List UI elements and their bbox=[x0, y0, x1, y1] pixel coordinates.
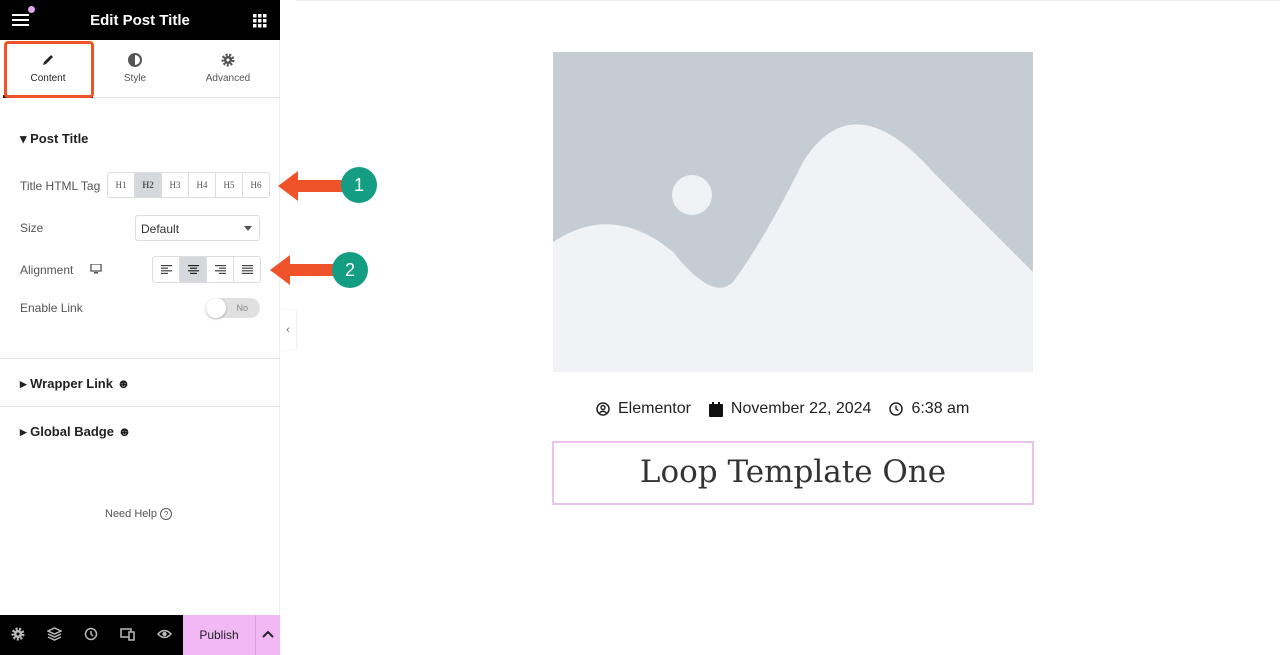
alignment-label: Alignment bbox=[20, 263, 74, 277]
section-post-title[interactable]: ▾ Post Title bbox=[20, 131, 88, 147]
align-justify-button[interactable] bbox=[234, 257, 260, 282]
half-circle-icon bbox=[128, 53, 142, 67]
tab-label: Style bbox=[123, 73, 147, 84]
align-right-button[interactable] bbox=[207, 257, 234, 282]
eye-icon[interactable] bbox=[157, 627, 172, 641]
annotation-badge-1: 1 bbox=[341, 167, 377, 203]
editor-panel: Edit Post Title Content Style Advanced ▾… bbox=[0, 0, 280, 655]
clock-icon bbox=[889, 402, 904, 416]
toggle-state: No bbox=[236, 303, 248, 313]
author[interactable]: Elementor bbox=[618, 400, 691, 418]
enable-link-label: Enable Link bbox=[20, 301, 83, 315]
html-tag-group: H1 H2 H3 H4 H5 H6 bbox=[107, 172, 270, 198]
history-icon[interactable] bbox=[84, 627, 98, 641]
alignment-group bbox=[152, 256, 261, 283]
gear-icon[interactable] bbox=[11, 627, 25, 641]
post-date: November 22, 2024 bbox=[730, 400, 872, 417]
tag-h5[interactable]: H5 bbox=[216, 173, 243, 197]
need-help-link[interactable]: Need Help ? bbox=[105, 508, 173, 520]
size-select[interactable]: Default bbox=[135, 215, 260, 241]
highlight-box bbox=[4, 41, 94, 98]
align-justify-icon bbox=[241, 265, 253, 274]
arrow-annotation-2 bbox=[270, 255, 336, 285]
section-wrapper-link[interactable]: ▸ Wrapper Link ☻ bbox=[20, 376, 130, 392]
html-tag-label: Title HTML Tag bbox=[20, 179, 101, 193]
tab-advanced[interactable]: Advanced bbox=[183, 40, 273, 98]
gear-icon bbox=[221, 53, 235, 67]
align-right-icon bbox=[214, 265, 226, 274]
panel-footer: Publish bbox=[0, 615, 280, 655]
collapse-panel-button[interactable]: ‹ bbox=[280, 310, 296, 350]
panel-header: Edit Post Title bbox=[0, 0, 280, 40]
enable-link-toggle[interactable]: No bbox=[206, 298, 260, 318]
tab-label: Advanced bbox=[205, 73, 251, 84]
section-title: Post Title bbox=[30, 131, 89, 146]
help-text: Need Help bbox=[105, 508, 157, 520]
caret-down-icon bbox=[244, 226, 252, 235]
pro-icon: ☻ bbox=[116, 376, 131, 391]
tag-h3[interactable]: H3 bbox=[162, 173, 189, 197]
calendar-icon bbox=[708, 401, 723, 417]
question-icon: ? bbox=[160, 508, 173, 520]
section-title: Wrapper Link bbox=[30, 376, 113, 391]
image-placeholder bbox=[553, 52, 1033, 372]
tag-h2[interactable]: H2 bbox=[135, 173, 162, 197]
size-value: Default bbox=[141, 222, 180, 236]
align-center-icon bbox=[187, 265, 199, 274]
publish-button[interactable]: Publish bbox=[183, 615, 255, 655]
divider bbox=[0, 358, 280, 359]
align-left-icon bbox=[160, 265, 172, 274]
chevron-up-icon bbox=[262, 630, 274, 638]
arrow-annotation-1 bbox=[278, 171, 344, 201]
tab-style[interactable]: Style bbox=[90, 40, 180, 98]
post-title-widget[interactable]: Loop Template One bbox=[552, 441, 1034, 505]
layers-icon[interactable] bbox=[47, 627, 62, 641]
grid-icon[interactable] bbox=[253, 14, 267, 28]
post-time: 6:38 am bbox=[911, 400, 970, 417]
tag-h1[interactable]: H1 bbox=[108, 173, 135, 197]
desktop-icon[interactable] bbox=[90, 264, 102, 274]
section-title: Global Badge bbox=[30, 424, 114, 439]
annotation-badge-2: 2 bbox=[332, 252, 368, 288]
responsive-icon[interactable] bbox=[120, 627, 135, 641]
tag-h4[interactable]: H4 bbox=[189, 173, 216, 197]
divider bbox=[0, 406, 280, 407]
publish-options-button[interactable] bbox=[255, 615, 280, 655]
pro-icon: ☻ bbox=[117, 424, 132, 439]
tag-h6[interactable]: H6 bbox=[243, 173, 269, 197]
user-icon bbox=[596, 402, 610, 416]
align-center-button[interactable] bbox=[180, 257, 207, 282]
align-left-button[interactable] bbox=[153, 257, 180, 282]
size-label: Size bbox=[20, 221, 44, 235]
section-global-badge[interactable]: ▸ Global Badge ☻ bbox=[20, 424, 131, 440]
post-meta: Elementor November 22, 2024 6:38 am bbox=[596, 400, 969, 418]
panel-title: Edit Post Title bbox=[90, 12, 190, 29]
